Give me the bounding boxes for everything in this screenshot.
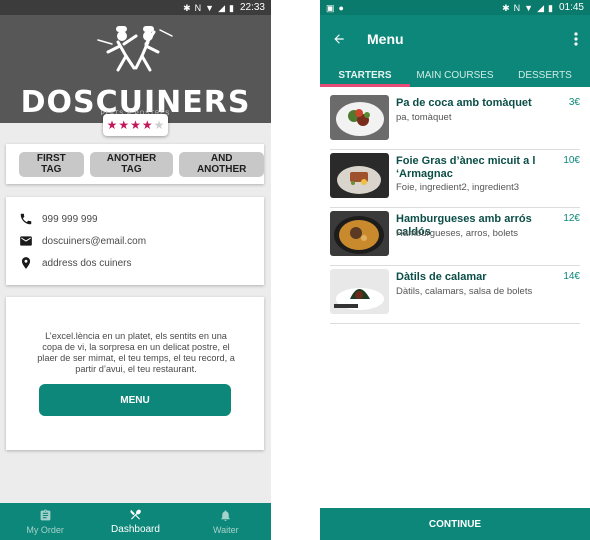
tab-main-courses[interactable]: MAIN COURSES — [410, 63, 500, 87]
status-bar: ▣ ● ✱ N ▼ ◢ ▮ 01:45 — [320, 0, 590, 15]
list-item[interactable]: Hamburgueses amb arrós caldós Hamburgues… — [330, 208, 580, 266]
dish-image — [330, 211, 389, 256]
app-bar: Menu — [320, 15, 590, 63]
contact-phone-row[interactable]: 999 999 999 — [19, 208, 264, 230]
bluetooth-icon: ✱ — [502, 2, 510, 13]
nav-my-order[interactable]: My Order — [0, 503, 90, 540]
contact-address-row[interactable]: address dos cuiners — [19, 252, 264, 274]
bottom-navigation: My Order Dashboard Waiter — [0, 503, 271, 540]
status-time: 22:33 — [239, 2, 265, 13]
contact-email-row[interactable]: doscuiners@email.com — [19, 230, 264, 252]
nav-label: Waiter — [212, 524, 239, 535]
dish-description: Foie, ingredient2, ingredient3 — [396, 182, 520, 193]
nav-dashboard[interactable]: Dashboard — [90, 503, 180, 540]
dish-image — [330, 95, 389, 140]
restaurant-dashboard-screen: ✱ N ▼ ◢ ▮ 22:33 DOSCUINERS ★ ★ ★ ★ ★ FIR… — [0, 0, 271, 540]
tab-starters[interactable]: STARTERS — [320, 63, 410, 87]
image-icon: ▣ — [326, 2, 335, 13]
status-time: 01:45 — [558, 2, 584, 13]
wifi-icon: ▼ — [524, 2, 534, 13]
nfc-icon: N — [513, 2, 521, 13]
chef-logo-icon — [97, 26, 173, 72]
dish-description: pa, tomàquet — [396, 112, 452, 123]
star-icon: ★ — [130, 118, 141, 132]
phone-icon — [20, 213, 32, 225]
star-icon: ★ — [141, 118, 153, 132]
dish-price: 10€ — [563, 155, 580, 166]
tag-another[interactable]: ANOTHER TAG — [89, 151, 174, 177]
star-icon: ★ — [118, 118, 130, 132]
about-text: L’excel.lència en un platet, els sentits… — [37, 331, 235, 374]
dish-name: Dàtils de calamar — [396, 271, 487, 283]
list-item[interactable]: Dàtils de calamar Dàtils, calamars, sals… — [330, 266, 580, 324]
menu-button[interactable]: MENU — [39, 384, 231, 416]
wifi-icon: ▼ — [205, 2, 215, 13]
dish-price: 3€ — [568, 97, 580, 108]
battery-icon: ▮ — [229, 2, 234, 13]
location-pin-icon — [21, 257, 31, 269]
dish-name: Pa de coca amb tomàquet — [396, 97, 532, 109]
star-icon: ★ — [106, 118, 118, 132]
record-icon: ● — [338, 2, 344, 13]
nfc-icon: N — [194, 2, 202, 13]
more-vert-icon[interactable] — [574, 32, 578, 46]
tags-card: FIRST TAG ANOTHER TAG AND ANOTHER — [6, 144, 264, 184]
dish-image — [330, 153, 389, 198]
list-item[interactable]: Foie Gras d’ànec micuit a l ‘Armagnac Fo… — [330, 150, 580, 208]
clipboard-icon — [40, 509, 51, 520]
tag-first[interactable]: FIRST TAG — [19, 151, 84, 177]
dish-image — [330, 269, 389, 314]
about-card: L’excel.lència en un platet, els sentits… — [6, 297, 264, 450]
status-bar: ✱ N ▼ ◢ ▮ 22:33 — [0, 0, 271, 15]
list-item[interactable]: Pa de coca amb tomàquet pa, tomàquet 3€ — [330, 92, 580, 150]
dish-price: 12€ — [563, 213, 580, 224]
continue-button[interactable]: CONTINUE — [320, 508, 590, 540]
cutlery-icon — [130, 509, 141, 520]
back-arrow-icon[interactable] — [332, 32, 346, 46]
nav-label: Dashboard — [111, 524, 160, 535]
nav-label: My Order — [26, 524, 64, 535]
contact-email: doscuiners@email.com — [42, 235, 147, 247]
rating-stars: ★ ★ ★ ★ ★ — [103, 114, 168, 136]
contact-address: address dos cuiners — [42, 257, 132, 269]
page-title: Menu — [367, 31, 404, 47]
menu-screen: ▣ ● ✱ N ▼ ◢ ▮ 01:45 Menu STARTERS MAIN C… — [320, 0, 590, 540]
star-icon: ★ — [153, 118, 165, 132]
dish-description: Dàtils, calamars, salsa de bolets — [396, 286, 533, 297]
tab-desserts[interactable]: DESSERTS — [500, 63, 590, 87]
battery-icon: ▮ — [548, 2, 553, 13]
dish-name: Foie Gras d’ànec micuit a l ‘Armagnac — [396, 155, 536, 180]
signal-icon: ◢ — [218, 2, 226, 13]
tag-and-another[interactable]: AND ANOTHER — [179, 151, 264, 177]
category-tabs: STARTERS MAIN COURSES DESSERTS — [320, 63, 590, 87]
bell-icon — [221, 509, 231, 521]
dish-price: 14€ — [563, 271, 580, 282]
contact-card: 999 999 999 doscuiners@email.com address… — [6, 197, 264, 285]
dish-description: Hamburgueses, arros, bolets — [396, 228, 518, 239]
bluetooth-icon: ✱ — [183, 2, 191, 13]
contact-phone: 999 999 999 — [42, 213, 98, 225]
signal-icon: ◢ — [537, 2, 545, 13]
mail-icon — [20, 236, 32, 246]
restaurant-header: DOSCUINERS PLATS & POSTRES — [0, 15, 271, 123]
nav-waiter[interactable]: Waiter — [181, 503, 271, 540]
